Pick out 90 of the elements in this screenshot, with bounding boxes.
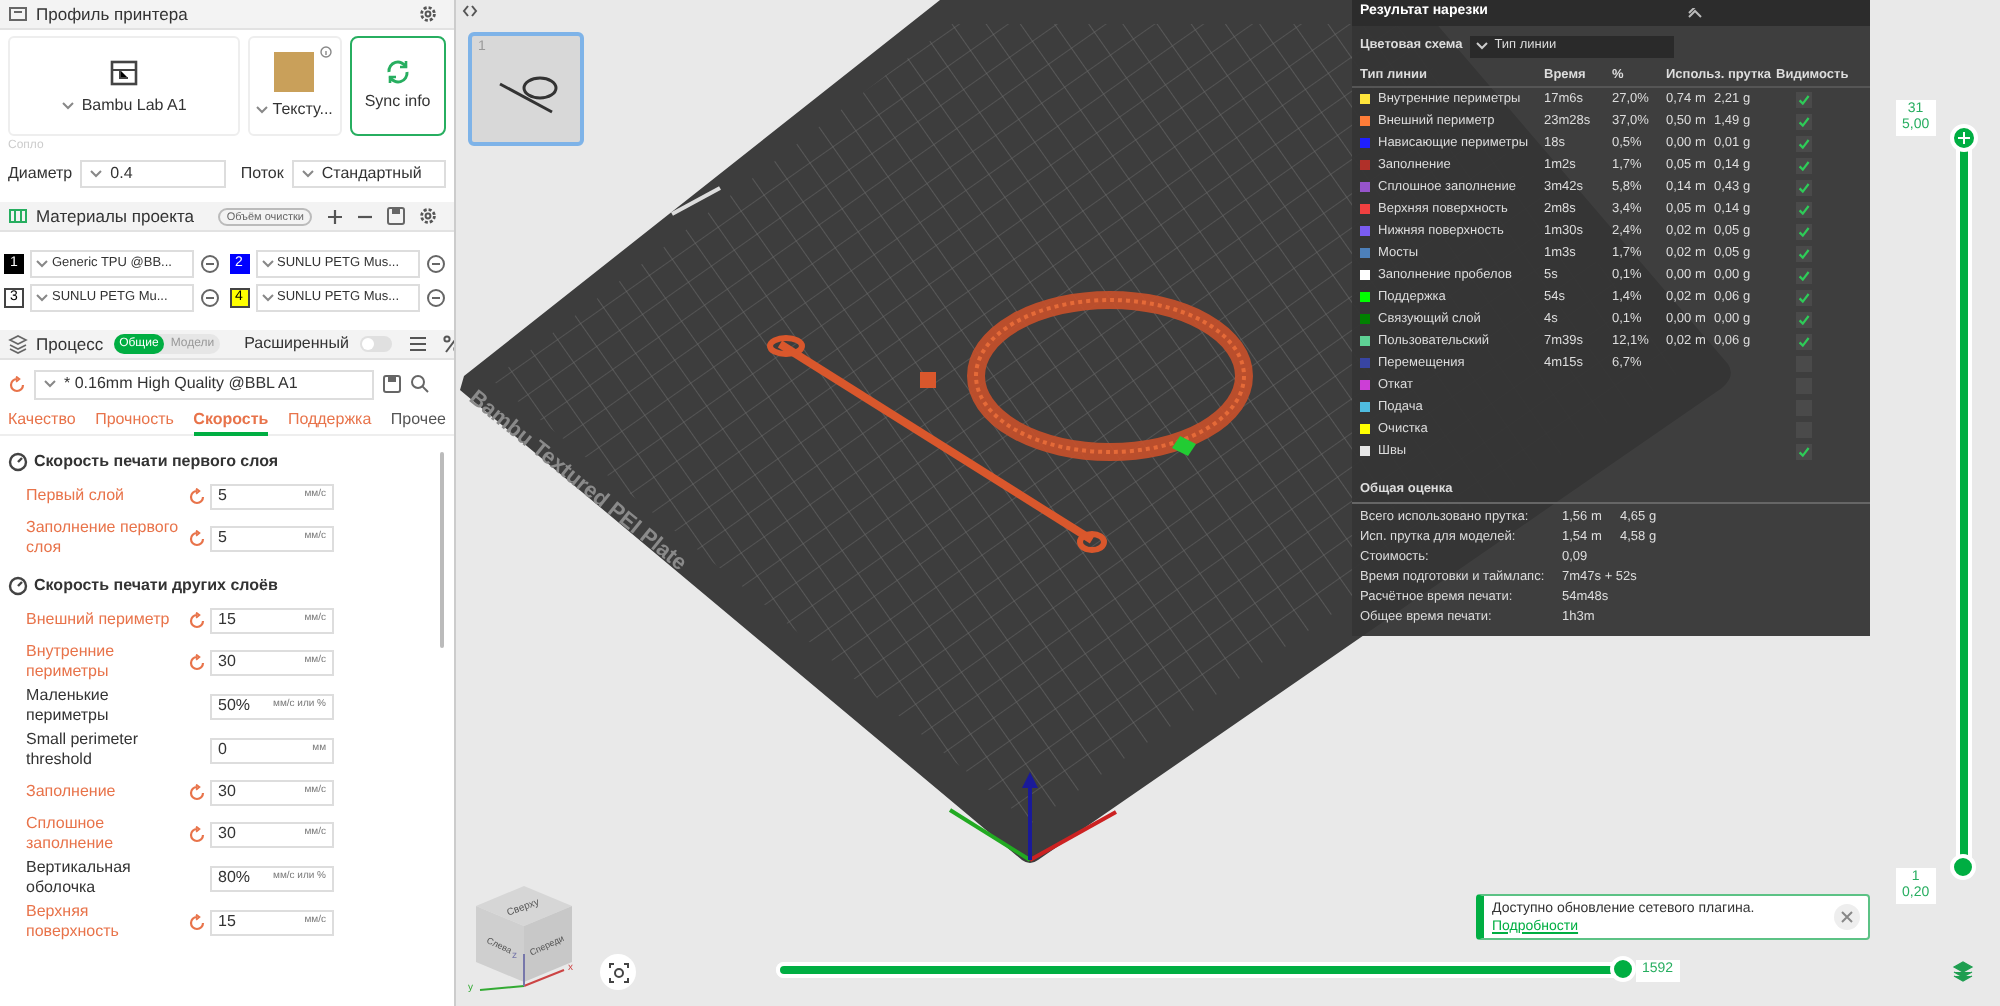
plate-edge-highlight [671, 186, 721, 216]
sync-icon [383, 58, 412, 86]
slider-thumb[interactable] [1950, 124, 1978, 152]
setting-label: Верхняя поверхность [26, 902, 121, 942]
reset-icon[interactable] [187, 611, 205, 629]
diameter-dropdown[interactable]: 0.4 [80, 160, 227, 188]
section-title: Скорость печати первого слоя [34, 450, 279, 474]
visibility-checkbox[interactable] [1796, 201, 1812, 217]
preset-dropdown[interactable]: * 0.16mm High Quality @BBL A1 [34, 369, 374, 399]
filament-icon [8, 206, 28, 226]
visibility-checkbox[interactable] [1796, 267, 1812, 283]
printer-name: Bambu Lab A1 [81, 93, 187, 117]
remove-icon[interactable] [200, 288, 220, 308]
section-title: Процесс [36, 331, 104, 357]
setting-label: Внешний периметр [26, 610, 172, 630]
printer-icon [8, 4, 28, 24]
visibility-checkbox[interactable] [1796, 179, 1812, 195]
setting-label: Маленькие периметры [26, 686, 111, 726]
reset-icon[interactable] [187, 487, 205, 505]
settings-icon[interactable] [418, 206, 438, 226]
printer-icon [108, 55, 141, 87]
setting-label: Внутренние периметры [26, 642, 117, 682]
gauge-icon [8, 576, 28, 596]
visibility-checkbox[interactable] [1796, 113, 1812, 129]
scrollbar[interactable] [440, 452, 444, 648]
section-title: Материалы проекта [36, 203, 194, 229]
caret-icon [36, 260, 48, 268]
reset-icon[interactable] [187, 529, 205, 547]
caret-icon [301, 170, 314, 178]
info-icon [319, 46, 332, 58]
setting-label: Вертикальная оболочка [26, 858, 133, 898]
caret-icon [61, 101, 74, 109]
reset-icon[interactable] [187, 783, 205, 801]
visibility-checkbox[interactable] [1796, 157, 1812, 173]
plate-name: Тексту... [272, 97, 333, 121]
gauge-icon [8, 452, 28, 472]
search-icon[interactable] [410, 374, 430, 394]
list-icon[interactable] [408, 334, 429, 354]
field-label: Поток [240, 162, 284, 186]
close-icon[interactable] [1840, 910, 1854, 924]
visibility-checkbox[interactable] [1796, 311, 1812, 327]
visibility-checkbox[interactable] [1796, 333, 1812, 349]
settings-tab[interactable]: Прочее [390, 408, 446, 436]
setting-label: Первый слой [26, 486, 127, 506]
caret-icon [261, 294, 273, 302]
caret-icon [256, 105, 269, 113]
visibility-checkbox[interactable] [1796, 91, 1812, 107]
slider-thumb[interactable] [1950, 854, 1976, 880]
caret-icon [36, 294, 48, 302]
plate-thumbnail [274, 51, 315, 91]
slider-thumb[interactable] [1610, 956, 1636, 982]
visibility-checkbox[interactable] [1796, 443, 1812, 459]
reset-icon[interactable] [187, 825, 205, 843]
reset-icon[interactable] [187, 653, 205, 671]
collapse-sidebar-icon[interactable] [462, 4, 478, 18]
fit-view-button[interactable] [600, 954, 636, 990]
plus-icon[interactable] [326, 207, 344, 225]
layers-icon [8, 334, 28, 354]
settings-icon[interactable] [418, 4, 438, 24]
caret-icon [90, 170, 103, 178]
section-title: Скорость печати других слоёв [34, 574, 278, 598]
flow-dropdown[interactable]: Стандартный [291, 160, 446, 188]
section-title: Профиль принтера [36, 1, 188, 27]
plate-card[interactable]: Тексту... [248, 36, 342, 136]
layers-icon[interactable] [1952, 960, 1974, 982]
field-label: Диаметр [8, 162, 73, 186]
remove-icon[interactable] [425, 254, 445, 274]
caret-icon [1476, 42, 1489, 50]
visibility-checkbox[interactable] [1796, 245, 1812, 261]
focus-icon [607, 961, 629, 983]
printer-card[interactable]: Bambu Lab A1 [8, 36, 241, 136]
save-icon[interactable] [382, 374, 402, 394]
caret-icon [261, 260, 273, 268]
collapse-icon[interactable] [1688, 8, 1702, 18]
setting-label: Заполнение [26, 782, 118, 802]
reset-icon[interactable] [8, 375, 26, 393]
advanced-label: Расширенный [244, 332, 349, 356]
close-button[interactable] [1834, 904, 1860, 930]
visibility-checkbox[interactable] [1796, 135, 1812, 151]
visibility-checkbox[interactable] [1796, 289, 1812, 305]
caret-icon [44, 380, 56, 388]
setting-label: Сплошное заполнение [26, 814, 116, 854]
remove-icon[interactable] [200, 254, 220, 274]
setting-label: Заполнение первого слоя [26, 518, 181, 558]
remove-icon[interactable] [425, 288, 445, 308]
sync-info-button[interactable]: Sync info [349, 36, 447, 136]
visibility-checkbox[interactable] [1796, 223, 1812, 239]
setting-label: Small perimeter threshold [26, 730, 141, 770]
reset-icon[interactable] [187, 913, 205, 931]
advanced-toggle[interactable] [360, 336, 393, 352]
